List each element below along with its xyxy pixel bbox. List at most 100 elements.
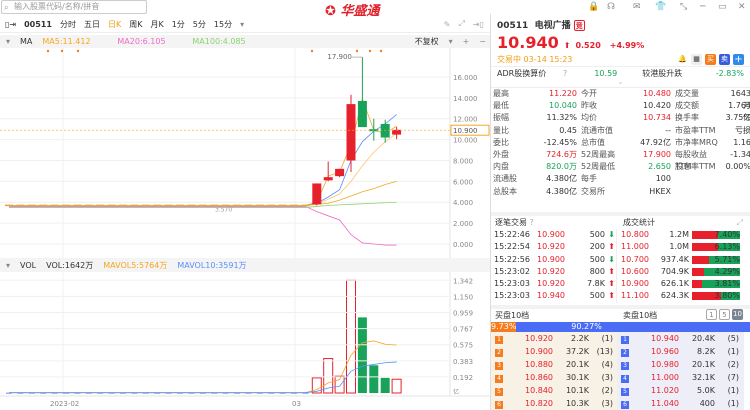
level-badge: 4 xyxy=(495,375,503,383)
trading-status: 交易中 03-14 15:23 xyxy=(497,54,573,64)
chevron-down-icon[interactable]: ▾ xyxy=(6,37,10,46)
stat-value: 3.75% xyxy=(725,113,750,123)
collapse-icon[interactable]: ▯⇥ xyxy=(5,20,16,29)
stat-label: 最高 xyxy=(493,89,509,98)
stat-value: -- xyxy=(665,125,671,135)
stat-label: 成交额 xyxy=(675,101,699,111)
expand-panel-icon[interactable]: ⇥▯ xyxy=(473,20,484,29)
adjust-select[interactable]: 不复权 xyxy=(415,36,439,47)
stat-value: -1.34 xyxy=(730,149,750,159)
volstats-pct: 3.80% xyxy=(714,291,740,301)
vol-tick-label: 0.767 xyxy=(453,326,473,334)
stat-label: 委比 xyxy=(493,137,509,147)
tab-5min[interactable]: 5分 xyxy=(193,19,206,30)
help-icon[interactable]: ? xyxy=(530,218,534,227)
arrow-down-icon: ⬇ xyxy=(608,230,615,239)
price-tick-label: 2.000 xyxy=(453,220,473,228)
event-dot xyxy=(60,49,64,53)
level-badge: 2 xyxy=(621,349,629,357)
volume-bar xyxy=(369,365,379,393)
pen-icon[interactable]: ✎ xyxy=(444,20,451,29)
expand-chevron-icon[interactable]: ⌄ xyxy=(491,79,750,87)
volstats-title: 成交统计 xyxy=(623,218,655,227)
mail-icon[interactable]: ✉ xyxy=(633,2,641,12)
quote-name: 电视广播 xyxy=(534,21,571,31)
stat-label: 市盈率TTM xyxy=(675,125,716,135)
depth-5-button[interactable]: 5 xyxy=(719,309,730,320)
sell-button[interactable]: 卖 xyxy=(719,53,730,65)
stat-label: 52周最低 xyxy=(581,162,616,172)
quote-code: 00511 xyxy=(497,21,529,31)
stat-value: 4.380亿 xyxy=(546,174,577,184)
tab-5day[interactable]: 五日 xyxy=(84,19,100,30)
stat-value: 1.764亿 xyxy=(728,101,750,123)
stat-value: 0.00% xyxy=(725,162,750,172)
level-badge: 2 xyxy=(495,349,503,357)
candle-body xyxy=(346,104,356,161)
remove-indicator-button[interactable]: − xyxy=(479,37,486,46)
mavol10-value: MAVOL10:3591万 xyxy=(177,260,247,270)
lock-icon[interactable]: 🔒 xyxy=(588,2,599,12)
bid-row: 2 10.900 37.2K (13) xyxy=(491,345,617,358)
vol-label[interactable]: VOL xyxy=(20,261,36,270)
book-volume: 400 xyxy=(699,399,715,408)
tab-1min[interactable]: 1分 xyxy=(172,19,185,30)
price-tick-label: 16.000 xyxy=(453,74,478,82)
book-orders: (4) xyxy=(601,360,613,369)
stat-value: 2.650 xyxy=(648,162,671,172)
bid-title: 买盘10档 xyxy=(495,311,530,320)
chevron-down-icon[interactable]: ▾ xyxy=(240,20,244,29)
ma100-value: MA100:4.085 xyxy=(192,37,246,46)
tab-15min[interactable]: 15分 xyxy=(214,19,232,30)
event-dot xyxy=(379,49,383,53)
stock-code: 00511 xyxy=(24,19,52,29)
chevron-down-icon[interactable]: ▾ xyxy=(449,37,453,46)
minimize-button[interactable]: ─ xyxy=(700,2,705,12)
stat-label: 最低 xyxy=(493,101,509,111)
arrow-down-icon: ⬇ xyxy=(608,254,615,264)
volume-chart[interactable]: 1.342 1.150 0.959 0.767 0.575 0.383 0.192 亿 2023… xyxy=(0,272,490,410)
book-price: 10.940 xyxy=(651,334,679,343)
maximize-button[interactable]: ▭ xyxy=(718,2,727,12)
stat-value: -12.45% xyxy=(543,137,577,147)
price-chart[interactable]: 16.000 14.000 12.000 10.000 8.000 6.000 4.000 2… xyxy=(0,48,490,258)
book-orders: (1) xyxy=(601,334,613,343)
vol-tick-label: 0.959 xyxy=(453,309,473,317)
shirt-icon[interactable]: 👕 xyxy=(655,2,666,12)
tab-intraday[interactable]: 分时 xyxy=(60,19,76,30)
level-badge: 5 xyxy=(621,388,629,396)
fullscreen-icon[interactable]: ⤢ xyxy=(458,19,464,29)
tab-weekly-k[interactable]: 周K xyxy=(129,19,142,30)
book-price: 11.020 xyxy=(651,386,679,395)
stat-value xyxy=(723,186,750,198)
ma-label[interactable]: MA xyxy=(20,37,32,46)
alert-icon[interactable]: 🔔 xyxy=(677,54,688,65)
level-badge: 3 xyxy=(495,362,503,370)
add-watchlist-button[interactable]: + xyxy=(733,53,744,65)
depth-10-button[interactable]: 10 xyxy=(732,309,743,320)
add-indicator-button[interactable]: + xyxy=(463,37,470,46)
fullscreen-icon[interactable]: ⤢ xyxy=(737,216,743,229)
price-change: 0.520 xyxy=(575,41,601,50)
tick-time: 15:23:03 xyxy=(494,291,530,301)
volstats-pct: 6.13% xyxy=(714,242,740,252)
calc-icon[interactable]: ▦ xyxy=(691,53,702,65)
book-orders: (1) xyxy=(727,386,739,395)
volstats-price: 11.100 xyxy=(621,291,649,301)
volstats-volume: 937.4K xyxy=(660,254,689,264)
stat-value: 17.900 xyxy=(643,149,671,159)
tab-daily-k[interactable]: 日K xyxy=(108,19,121,30)
stats-grid: 最高 11.220 今开 10.480 成交量 1643万 最低 10.040 昨收 10.420… xyxy=(491,87,750,198)
book-price: 10.880 xyxy=(525,360,553,369)
search-input[interactable]: ⌕ 输入股票代码/名称/拼音 xyxy=(1,0,147,14)
vol-tick-label: 1.342 xyxy=(453,277,473,285)
chevron-down-icon[interactable]: ▾ xyxy=(6,261,10,270)
buy-button[interactable]: 买 xyxy=(705,53,716,65)
volstats-price: 10.600 xyxy=(621,266,649,276)
close-button[interactable]: ✕ xyxy=(738,2,746,12)
tab-monthly-k[interactable]: 月K xyxy=(150,19,163,30)
stat-value: 0.45 xyxy=(559,125,577,135)
shrink-icon[interactable]: ⤡ xyxy=(680,2,687,12)
depth-1-button[interactable]: 1 xyxy=(706,309,717,320)
headset-icon[interactable]: ☊ xyxy=(607,2,615,12)
